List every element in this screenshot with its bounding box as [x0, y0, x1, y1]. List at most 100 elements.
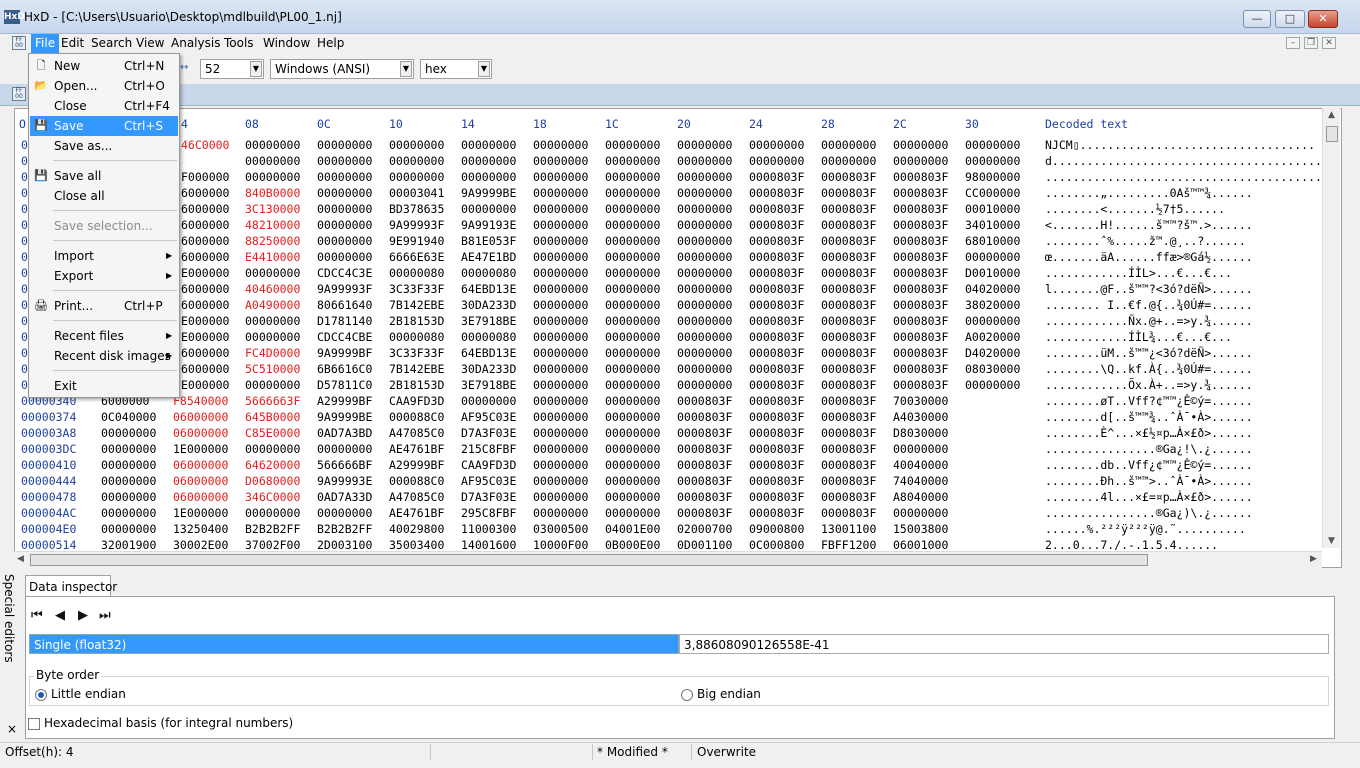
hex-cell[interactable]: 00000000	[965, 314, 1020, 328]
hex-cell[interactable]: 0000803F	[821, 282, 876, 296]
document-tab-icon[interactable]: FF 00	[12, 87, 26, 101]
hex-cell[interactable]: 30DA233D	[461, 298, 516, 312]
hex-cell[interactable]: D7A3F03E	[461, 490, 516, 504]
hex-cell[interactable]: 0000803F	[749, 362, 804, 376]
hex-cell[interactable]: 00000000	[317, 202, 372, 216]
hex-cell[interactable]: 00000000	[605, 394, 660, 408]
hex-cell[interactable]: E000000	[181, 266, 229, 280]
hex-cell[interactable]: 74040000	[893, 474, 948, 488]
decoded-text-cell[interactable]: ........È^...×£½¤p…À×£ð>......	[1045, 426, 1253, 440]
hex-editor[interactable]: O 4 08 0C 10 14 18 1C 20 24 28 2C 30 Decoded text 0…	[14, 108, 1342, 568]
decoded-text-cell[interactable]: ........\Q..kf.À{..¾0Ú#=......	[1045, 362, 1253, 376]
mdi-restore-icon[interactable]: ❐	[1304, 37, 1318, 49]
scroll-left-icon[interactable]: ◀	[17, 554, 24, 564]
menu-file[interactable]: File	[31, 34, 60, 53]
close-panel-icon[interactable]: ×	[7, 722, 17, 736]
hex-cell[interactable]: E000000	[181, 378, 229, 392]
hex-cell[interactable]: 00000000	[605, 186, 660, 200]
hex-cell[interactable]: 06001000	[893, 538, 948, 552]
decoded-text-cell[interactable]: ........4l...×£=¤p…À×£ð>......	[1045, 490, 1253, 504]
hex-cell[interactable]: 7B142EBE	[389, 298, 444, 312]
chevron-down-icon[interactable]: ▼	[250, 61, 262, 77]
decoded-text-cell[interactable]: <.......H!......š™™?š™.>......	[1045, 218, 1253, 232]
decoded-text-cell[interactable]: ............Õx.À+..=>y.¾......	[1045, 378, 1253, 392]
hex-cell[interactable]: 15003800	[893, 522, 948, 536]
next-icon[interactable]: ▶	[78, 608, 88, 623]
hex-cell[interactable]: 9A9999BF	[317, 346, 372, 360]
hex-cell[interactable]: 00000000	[749, 154, 804, 168]
hex-cell[interactable]: 6B6616C0	[317, 362, 372, 376]
hex-cell[interactable]: 0000803F	[821, 362, 876, 376]
big-endian-label[interactable]: Big endian	[697, 687, 761, 701]
hex-cell[interactable]: 00000000	[389, 170, 444, 184]
hex-cell[interactable]: AE47E1BD	[461, 250, 516, 264]
decoded-text-cell[interactable]: ........øT..Vff?¢™™¿Ê©ý=......	[1045, 394, 1253, 408]
menu-view[interactable]: View	[132, 34, 168, 53]
hex-cell[interactable]: 6000000	[181, 362, 229, 376]
hex-cell[interactable]: 0D001100	[677, 538, 732, 552]
hex-cell[interactable]: 00000000	[533, 138, 588, 152]
hex-cell[interactable]: 06000000	[173, 458, 228, 472]
hex-cell[interactable]: 0000803F	[749, 266, 804, 280]
hex-cell[interactable]: 00000000	[677, 378, 732, 392]
menu-item-export[interactable]: Export ▶	[30, 266, 178, 286]
bytes-per-row-combo[interactable]: 52 ▼	[200, 59, 264, 79]
hex-cell[interactable]: 215C8FBF	[461, 442, 516, 456]
hex-cell[interactable]: 0000803F	[749, 186, 804, 200]
hex-cell[interactable]: 0000803F	[893, 234, 948, 248]
hex-cell[interactable]: 00000000	[533, 458, 588, 472]
hex-cell[interactable]: 64EBD13E	[461, 282, 516, 296]
hex-cell[interactable]: 9A99993F	[389, 218, 444, 232]
hex-cell[interactable]: 00000000	[461, 170, 516, 184]
hex-cell[interactable]: 0000803F	[749, 202, 804, 216]
hex-cell[interactable]: 0000803F	[677, 458, 732, 472]
hex-cell[interactable]: F8540000	[173, 394, 228, 408]
chevron-down-icon[interactable]: ▼	[400, 61, 412, 77]
hex-cell[interactable]: A0020000	[965, 330, 1020, 344]
hex-cell[interactable]: 0000803F	[821, 490, 876, 504]
hex-cell[interactable]: 04020000	[965, 282, 1020, 296]
hex-cell[interactable]: 0000803F	[749, 282, 804, 296]
hex-cell[interactable]: 11000300	[461, 522, 516, 536]
hex-cell[interactable]: 0000803F	[893, 282, 948, 296]
hex-cell[interactable]: 00000000	[605, 170, 660, 184]
hex-cell[interactable]: 6000000	[181, 282, 229, 296]
hex-cell[interactable]: 00000000	[605, 314, 660, 328]
last-icon[interactable]: ⏭	[99, 608, 111, 623]
hex-cell[interactable]: 00000000	[533, 202, 588, 216]
hxd-app-icon[interactable]: HxD	[4, 10, 25, 24]
menu-window[interactable]: Window	[259, 34, 314, 53]
hex-cell[interactable]: 00000000	[605, 442, 660, 456]
hex-cell[interactable]: 00000000	[749, 138, 804, 152]
menu-search[interactable]: Search	[87, 34, 136, 53]
data-value-cell[interactable]: 3,88608090126558E-41	[679, 634, 1329, 654]
menu-item-import[interactable]: Import ▶	[30, 246, 178, 266]
hex-cell[interactable]: 00000000	[605, 362, 660, 376]
hex-cell[interactable]: 295C8FBF	[461, 506, 516, 520]
decoded-text-cell[interactable]: l.......@F..š™™?<3ó?dëÑ>......	[1045, 282, 1253, 296]
hex-cell[interactable]: 00000000	[245, 330, 300, 344]
hex-cell[interactable]: 00000000	[605, 282, 660, 296]
menu-item-recent-files[interactable]: Recent files ▶	[30, 326, 178, 346]
data-type-cell[interactable]: Single (float32)	[29, 634, 679, 654]
decoded-text-cell[interactable]: NJCM▯..................................	[1045, 138, 1315, 152]
hex-cell[interactable]: 00000000	[533, 506, 588, 520]
hex-cell[interactable]: 9A99993F	[317, 282, 372, 296]
mdi-close-icon[interactable]: ✕	[1322, 37, 1336, 49]
hex-cell[interactable]: 0000803F	[821, 186, 876, 200]
hex-cell[interactable]: 00000000	[101, 490, 156, 504]
hex-cell[interactable]: 0000803F	[749, 410, 804, 424]
hex-cell[interactable]: 0000803F	[749, 506, 804, 520]
menu-item-save-as[interactable]: Save as...	[30, 136, 178, 156]
hex-cell[interactable]: 64620000	[245, 458, 300, 472]
decoded-text-cell[interactable]: ........„.........0Aš™™¾......	[1045, 186, 1253, 200]
hex-cell[interactable]: 00000000	[677, 266, 732, 280]
hex-cell[interactable]: CAA9FD3D	[461, 458, 516, 472]
hex-cell[interactable]: 00000000	[677, 218, 732, 232]
hex-cell[interactable]: 00000000	[317, 250, 372, 264]
hex-cell[interactable]: A4030000	[893, 410, 948, 424]
hex-cell[interactable]: 00000000	[821, 138, 876, 152]
hex-cell[interactable]: 00000000	[605, 218, 660, 232]
hex-cell[interactable]: 00000000	[533, 394, 588, 408]
hex-cell[interactable]: 645B0000	[245, 410, 300, 424]
